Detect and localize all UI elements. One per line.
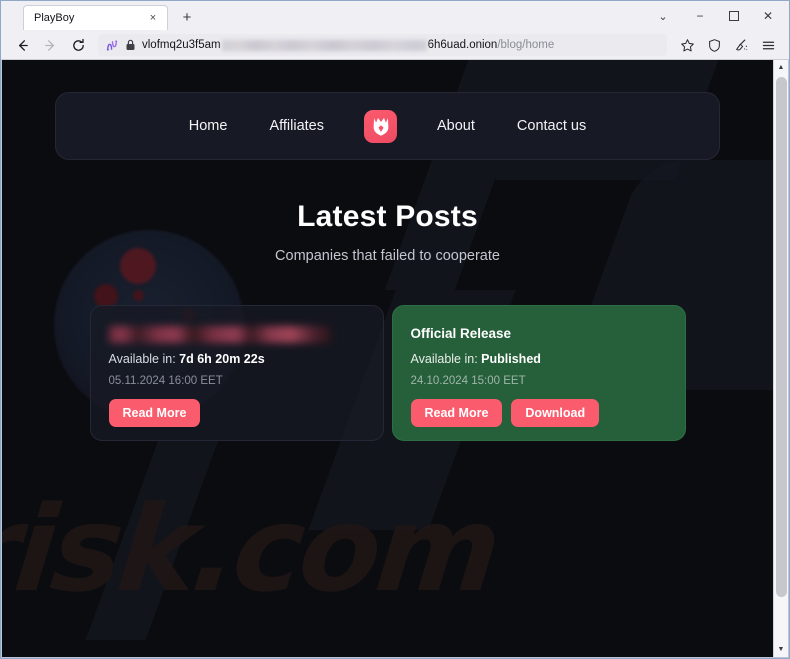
browser-tab[interactable]: PlayBoy ×	[23, 5, 168, 30]
shield-icon[interactable]	[701, 33, 727, 57]
new-tab-button[interactable]: +	[176, 6, 198, 28]
scroll-up-arrow-icon[interactable]: ▲	[773, 60, 788, 75]
list-all-tabs-icon[interactable]: ⌄	[643, 4, 683, 28]
url-redacted-segment	[221, 39, 427, 51]
background-stripe	[85, 440, 219, 640]
nav-link-contact-us[interactable]: Contact us	[511, 114, 592, 138]
hero-section: Latest Posts Companies that failed to co…	[2, 200, 773, 264]
maximize-button[interactable]	[717, 4, 751, 28]
reload-icon[interactable]	[65, 33, 91, 57]
nav-link-home[interactable]: Home	[183, 114, 234, 138]
availability-label: Available in:	[108, 352, 176, 366]
post-title: Official Release	[410, 326, 512, 341]
nav-link-about[interactable]: About	[431, 114, 481, 138]
url-bar[interactable]: vlofmq2u3f5am 6h6uad.onion /blog/home	[98, 34, 667, 56]
browser-window: PlayBoy × + ⌄ − ✕ vlofmq2u3f5am 6h6uad.o…	[0, 0, 790, 659]
close-window-button[interactable]: ✕	[751, 4, 785, 28]
scrollbar-thumb[interactable]	[775, 77, 787, 597]
read-more-button[interactable]: Read More	[108, 399, 201, 427]
minimize-button[interactable]: −	[683, 4, 717, 28]
decorative-dot	[133, 290, 144, 301]
star-icon[interactable]	[674, 33, 700, 57]
content-viewport: risk.com Home Affiliates About Contact u…	[1, 60, 789, 658]
back-arrow-icon[interactable]	[9, 33, 35, 57]
padlock-icon[interactable]	[125, 39, 136, 51]
post-card-actions: Read More	[108, 399, 365, 427]
scrollbar-track[interactable]	[773, 75, 788, 642]
url-path: /blog/home	[497, 39, 555, 51]
hamburger-menu-icon[interactable]	[755, 33, 781, 57]
url-text: vlofmq2u3f5am 6h6uad.onion /blog/home	[142, 39, 554, 51]
post-availability: Available in: Published	[411, 352, 667, 366]
post-date: 05.11.2024 16:00 EET	[108, 375, 223, 387]
toolbar-actions	[674, 33, 781, 57]
broom-icon[interactable]	[728, 33, 754, 57]
download-button[interactable]: Download	[511, 399, 600, 427]
post-availability: Available in: 7d 6h 20m 22s	[109, 352, 365, 366]
tor-circuit-icon[interactable]	[106, 39, 119, 52]
playboy-shield-logo-icon[interactable]	[364, 109, 397, 143]
scroll-down-arrow-icon[interactable]: ▼	[773, 642, 788, 657]
availability-value: 7d 6h 20m 22s	[179, 352, 265, 366]
site-navbar: Home Affiliates About Contact us	[55, 92, 720, 160]
post-card[interactable]: Available in: 7d 6h 20m 22s 05.11.2024 1…	[89, 305, 384, 441]
post-date: 24.10.2024 15:00 EET	[410, 375, 526, 387]
page-subtitle: Companies that failed to cooperate	[275, 248, 500, 264]
post-card[interactable]: Official Release Available in: Published…	[391, 305, 686, 441]
url-host: 6h6uad.onion	[427, 39, 498, 51]
window-controls: ⌄ − ✕	[643, 4, 785, 28]
url-prefix: vlofmq2u3f5am	[142, 39, 221, 51]
post-card-list: Available in: 7d 6h 20m 22s 05.11.2024 1…	[2, 305, 773, 441]
availability-label: Available in:	[410, 352, 478, 366]
forward-arrow-icon[interactable]	[37, 33, 63, 57]
post-card-actions: Read More Download	[410, 399, 667, 427]
nav-link-affiliates[interactable]: Affiliates	[263, 114, 330, 138]
read-more-button[interactable]: Read More	[410, 399, 503, 427]
page-title: Latest Posts	[297, 200, 478, 233]
vertical-scrollbar[interactable]: ▲ ▼	[773, 60, 788, 657]
page-watermark: risk.com	[2, 480, 504, 618]
close-icon[interactable]: ×	[145, 10, 161, 26]
post-title-redacted	[108, 326, 331, 343]
availability-value: Published	[481, 352, 541, 366]
tab-title: PlayBoy	[34, 12, 75, 24]
navigation-toolbar: vlofmq2u3f5am 6h6uad.onion /blog/home	[1, 31, 789, 60]
tab-strip: PlayBoy × + ⌄ − ✕	[1, 1, 789, 31]
web-page: risk.com Home Affiliates About Contact u…	[2, 60, 773, 657]
